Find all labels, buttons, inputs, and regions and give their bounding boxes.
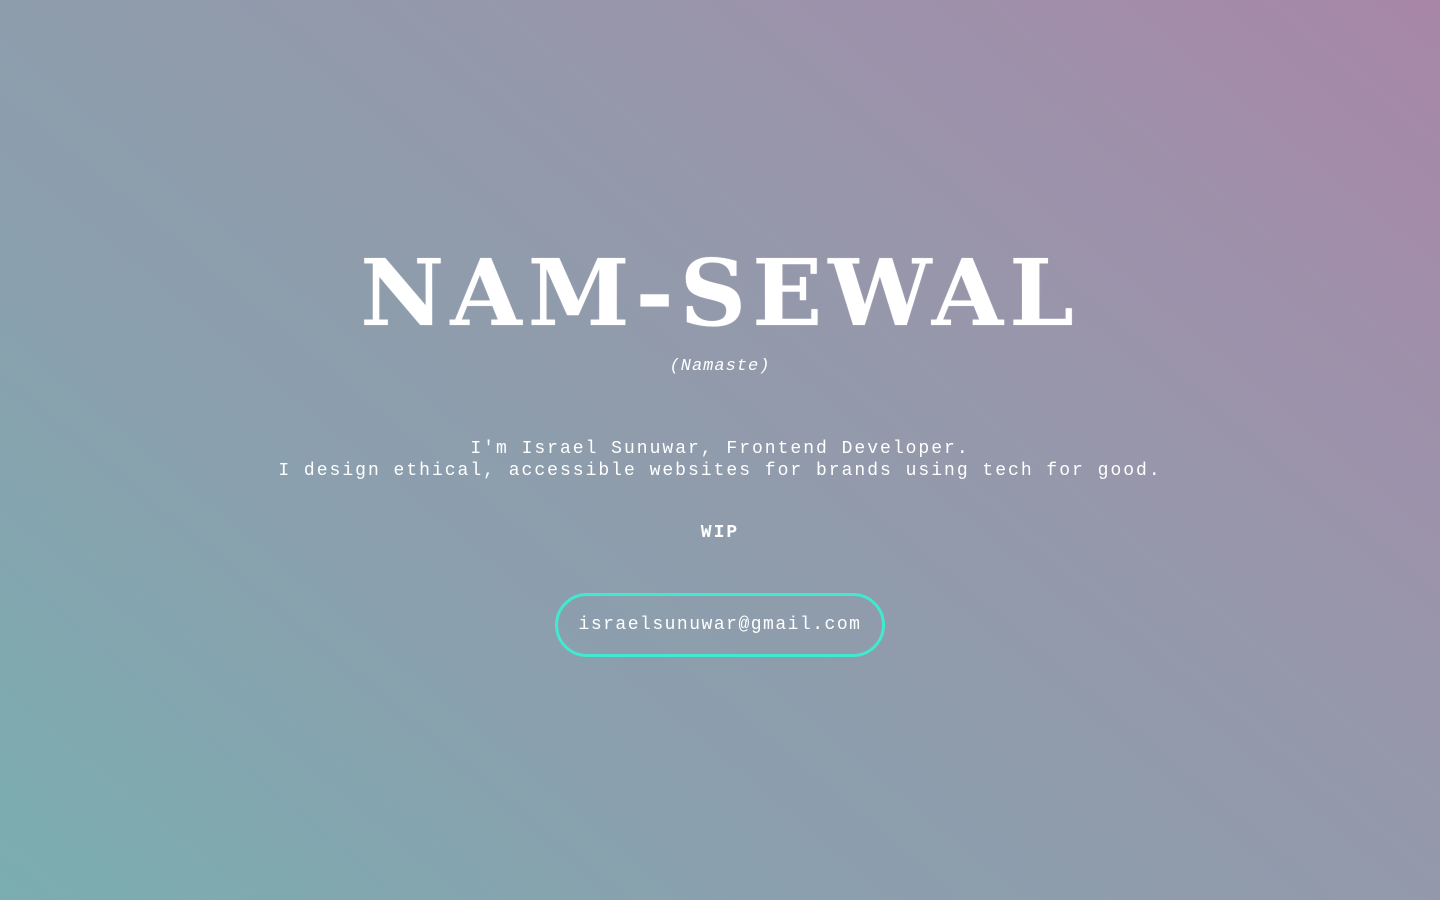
- intro-line-1: I'm Israel Sunuwar, Frontend Developer.: [470, 439, 970, 459]
- intro-text: I'm Israel Sunuwar, Frontend Developer. …: [0, 438, 1440, 482]
- status-label: WIP: [700, 523, 740, 543]
- page-subtitle: (Namaste): [669, 357, 771, 376]
- intro-line-2: I design ethical, accessible websites fo…: [278, 461, 1162, 481]
- landing-page: NAM-SEWAL (Namaste) I'm Israel Sunuwar, …: [0, 0, 1440, 900]
- email-button[interactable]: israelsunuwar@gmail.com: [555, 593, 885, 657]
- page-title: NAM-SEWAL: [360, 239, 1080, 347]
